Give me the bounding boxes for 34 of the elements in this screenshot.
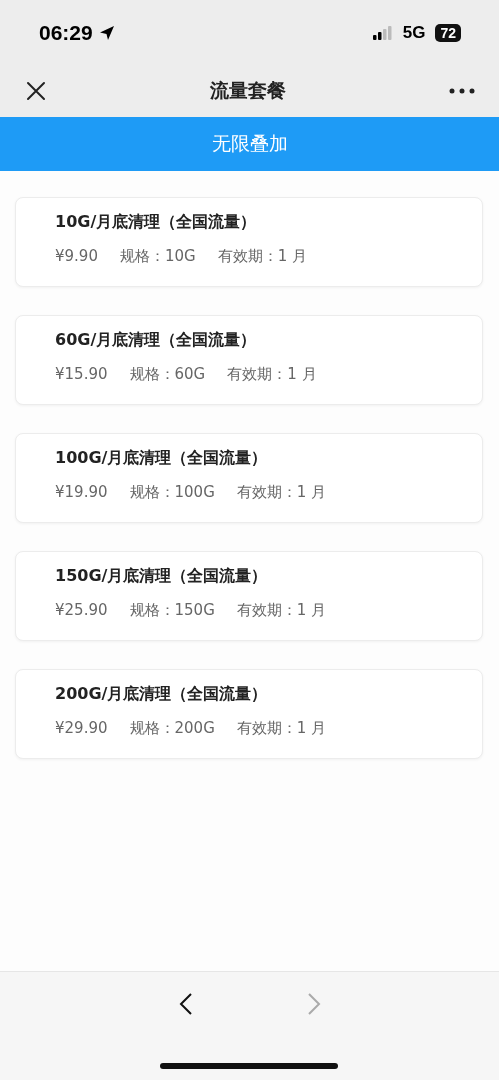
plan-price: ¥25.90 [55,601,108,620]
plan-spec: 规格：150G [129,601,215,620]
plan-title: 150G/月底清理（全国流量） [55,566,268,587]
network-type: 5G [402,22,426,43]
plan-title: 10G/月底清理（全国流量） [55,212,257,233]
plan-card[interactable]: 60G/月底清理（全国流量） ¥15.90 规格：60G 有效期：1 月 [15,315,483,405]
plan-price: ¥19.90 [55,483,108,502]
plan-spec: 规格：100G [129,483,215,502]
page-title: 流量套餐 [209,78,286,103]
plan-validity: 有效期：1 月 [227,365,317,384]
plan-price: ¥29.90 [55,719,108,738]
plan-card[interactable]: 10G/月底清理（全国流量） ¥9.90 规格：10G 有效期：1 月 [15,197,483,287]
plan-validity: 有效期：1 月 [236,483,327,502]
close-icon[interactable] [26,81,46,101]
plan-validity: 有效期：1 月 [217,247,307,266]
plan-spec: 规格：10G [119,247,196,266]
plan-validity: 有效期：1 月 [236,601,327,620]
plan-title: 60G/月底清理（全国流量） [55,330,257,351]
plan-validity: 有效期：1 月 [236,719,327,738]
plan-title: 100G/月底清理（全国流量） [55,448,268,469]
location-arrow-icon [98,24,115,41]
signal-icon [372,25,393,40]
back-icon[interactable] [178,992,193,1016]
plan-spec: 规格：60G [129,365,206,384]
plan-card[interactable]: 150G/月底清理（全国流量） ¥25.90 规格：150G 有效期：1 月 [15,551,483,641]
plan-card[interactable]: 100G/月底清理（全国流量） ¥19.90 规格：100G 有效期：1 月 [15,433,483,523]
plan-card[interactable]: 200G/月底清理（全国流量） ¥29.90 规格：200G 有效期：1 月 [15,669,483,759]
plan-title: 200G/月底清理（全国流量） [55,684,268,705]
more-icon[interactable] [449,88,475,94]
plan-spec: 规格：200G [129,719,215,738]
plan-price: ¥9.90 [55,247,98,266]
status-time: 06:29 [39,20,93,45]
plan-price: ¥15.90 [55,365,108,384]
battery-level: 72 [435,23,461,42]
